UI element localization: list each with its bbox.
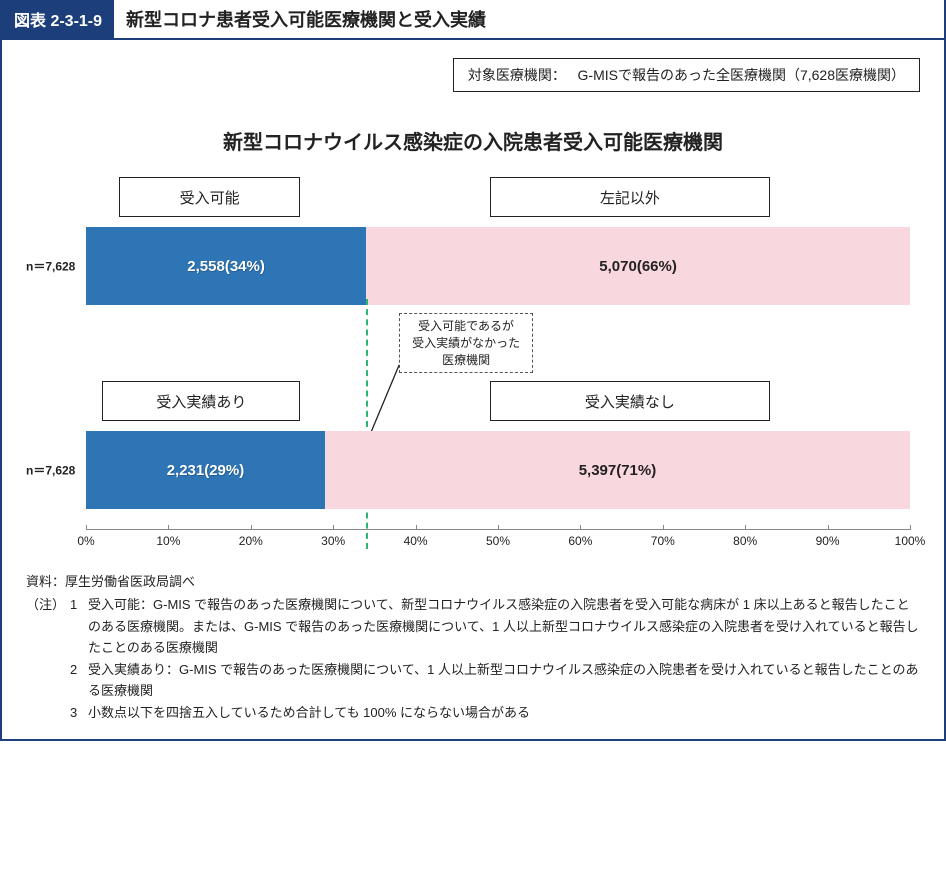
note-number: 2 — [70, 659, 88, 702]
note-number: 3 — [70, 702, 88, 723]
axis-tick — [828, 525, 829, 530]
axis-tick — [580, 525, 581, 530]
annotation-box: 受入可能であるが 受入実績がなかった 医療機関 — [399, 313, 533, 373]
axis-tick-label: 40% — [404, 534, 428, 548]
scope-box: 対象医療機関： G-MISで報告のあった全医療機関（7,628医療機関） — [453, 58, 920, 92]
legend-left-2: 受入実績あり — [102, 381, 300, 421]
axis-tick — [168, 525, 169, 530]
figure-title: 新型コロナ患者受入可能医療機関と受入実績 — [114, 0, 944, 38]
footnotes: 資料：厚生労働省医政局調べ （注）1受入可能：G-MIS で報告のあった医療機関… — [26, 571, 920, 723]
axis-tick — [745, 525, 746, 530]
note-number: 1 — [70, 594, 88, 658]
axis-tick — [251, 525, 252, 530]
axis-tick-label: 70% — [651, 534, 675, 548]
axis-tick — [86, 525, 87, 530]
axis-tick — [416, 525, 417, 530]
axis-tick-label: 80% — [733, 534, 757, 548]
note-label — [26, 702, 70, 723]
legend-right-2: 受入実績なし — [490, 381, 770, 421]
note-label — [26, 659, 70, 702]
bar-1-seg-right-value: 5,070(66%) — [599, 258, 677, 275]
legend-left-2-text: 受入実績あり — [156, 391, 246, 412]
bar-2-seg-right-value: 5,397(71%) — [579, 462, 657, 479]
legend-row-2: 受入実績あり 受入実績なし — [86, 381, 910, 421]
note-text: 受入実績あり：G-MIS で報告のあった医療機関について、1 人以上新型コロナウ… — [88, 659, 920, 702]
bar-row-2: n＝7,628 2,231(29%) 5,397(71%) — [86, 431, 910, 509]
annotation-line3: 医療機関 — [412, 352, 520, 369]
bar-1-seg-left: 2,558(34%) — [86, 227, 366, 305]
legend-row-1: 受入可能 左記以外 — [86, 177, 910, 217]
bar-2-seg-left: 2,231(29%) — [86, 431, 325, 509]
annotation-zone: 受入可能であるが 受入実績がなかった 医療機関 — [86, 305, 910, 381]
scope-label: 対象医療機関： — [468, 67, 566, 83]
figure-number: 図表 2-3-1-9 — [2, 0, 114, 38]
axis-tick-label: 10% — [156, 534, 180, 548]
x-axis: 0%10%20%30%40%50%60%70%80%90%100% — [86, 529, 910, 557]
legend-left-1-text: 受入可能 — [180, 187, 240, 208]
chart-title: 新型コロナウイルス感染症の入院患者受入可能医療機関 — [26, 126, 920, 155]
legend-left-1: 受入可能 — [119, 177, 300, 217]
bar-1-seg-right: 5,070(66%) — [366, 227, 910, 305]
legend-right-1-text: 左記以外 — [600, 187, 660, 208]
axis-tick-label: 30% — [321, 534, 345, 548]
axis-tick — [333, 525, 334, 530]
axis-tick — [663, 525, 664, 530]
legend-right-1: 左記以外 — [490, 177, 770, 217]
figure-header: 図表 2-3-1-9 新型コロナ患者受入可能医療機関と受入実績 — [2, 0, 944, 40]
data-source: 資料：厚生労働省医政局調べ — [26, 571, 920, 592]
axis-tick-label: 0% — [77, 534, 94, 548]
n-label-1: n＝7,628 — [26, 258, 75, 275]
note-label: （注） — [26, 594, 70, 658]
annotation-line1: 受入可能であるが — [412, 318, 520, 335]
n-label-2: n＝7,628 — [26, 462, 75, 479]
bar-2-seg-left-value: 2,231(29%) — [167, 462, 245, 479]
scope-value: G-MISで報告のあった全医療機関（7,628医療機関） — [578, 67, 905, 83]
axis-tick — [498, 525, 499, 530]
bar-2-seg-right: 5,397(71%) — [325, 431, 910, 509]
annotation-line2: 受入実績がなかった — [412, 335, 520, 352]
chart-area: 新型コロナウイルス感染症の入院患者受入可能医療機関 受入可能 左記以外 n＝7,… — [26, 110, 920, 723]
figure-body: 対象医療機関： G-MISで報告のあった全医療機関（7,628医療機関） 新型コ… — [2, 40, 944, 739]
bar-1-seg-left-value: 2,558(34%) — [187, 258, 265, 275]
note-text: 受入可能：G-MIS で報告のあった医療機関について、新型コロナウイルス感染症の… — [88, 594, 920, 658]
legend-right-2-text: 受入実績なし — [585, 391, 675, 412]
axis-tick-label: 90% — [816, 534, 840, 548]
reference-line-icon — [366, 299, 368, 549]
note-text: 小数点以下を四捨五入しているため合計しても 100% にならない場合がある — [88, 702, 920, 723]
figure-container: 図表 2-3-1-9 新型コロナ患者受入可能医療機関と受入実績 対象医療機関： … — [0, 0, 946, 741]
axis-tick-label: 100% — [895, 534, 926, 548]
axis-tick-label: 50% — [486, 534, 510, 548]
axis-tick-label: 20% — [239, 534, 263, 548]
axis-tick-label: 60% — [568, 534, 592, 548]
plot-area: 受入可能 左記以外 n＝7,628 2,558(34%) 5,070(66%) — [86, 177, 910, 557]
bar-row-1: n＝7,628 2,558(34%) 5,070(66%) — [86, 227, 910, 305]
axis-tick — [910, 525, 911, 530]
